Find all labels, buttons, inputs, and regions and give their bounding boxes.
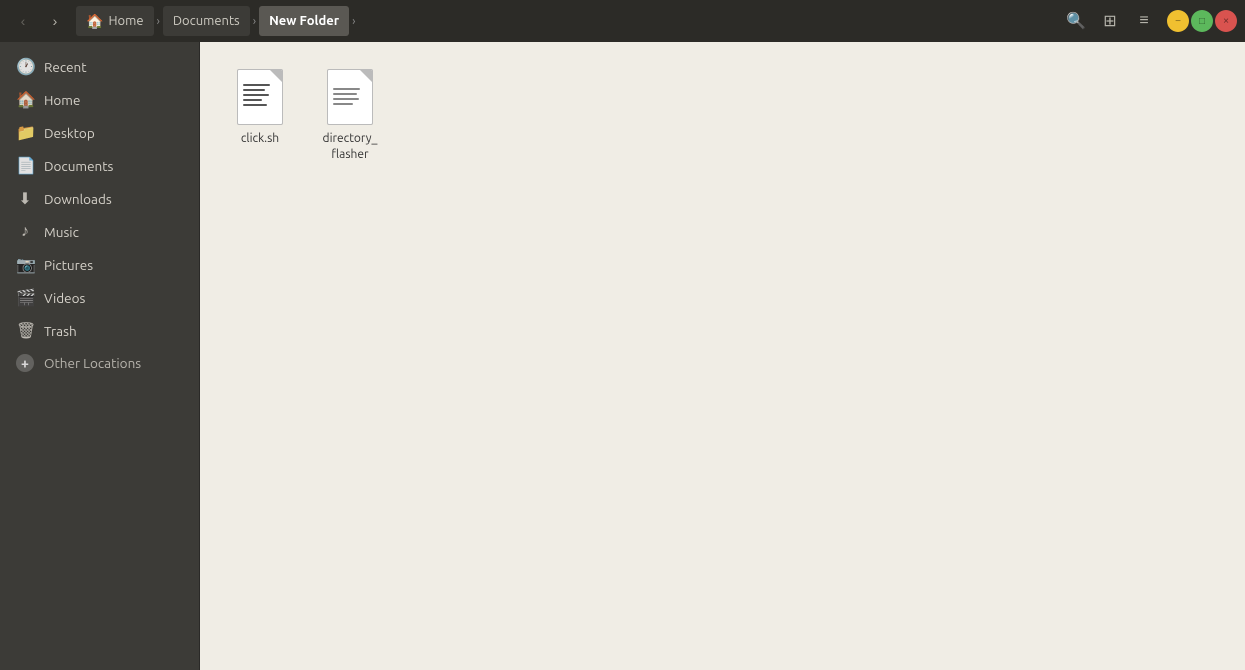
maximize-icon: □ (1199, 16, 1205, 27)
sidebar-item-label: Videos (44, 290, 85, 306)
breadcrumb-bar: 🏠 Home › Documents › New Folder › (76, 6, 1059, 36)
menu-button[interactable]: ≡ (1129, 6, 1159, 36)
sidebar-item-desktop[interactable]: 📁 Desktop (4, 116, 195, 149)
breadcrumb-new-folder[interactable]: New Folder (259, 6, 349, 36)
menu-icon: ≡ (1139, 12, 1148, 30)
sidebar-item-label: Documents (44, 158, 113, 174)
file-label-click-sh: click.sh (241, 131, 279, 147)
file-icon-click-sh (236, 68, 284, 126)
videos-icon: 🎬 (16, 288, 34, 307)
breadcrumb-separator-2: › (251, 6, 258, 36)
documents-icon: 📄 (16, 156, 34, 175)
back-button[interactable]: ‹ (8, 6, 38, 36)
sidebar-item-recent[interactable]: 🕐 Recent (4, 50, 195, 83)
desktop-icon: 📁 (16, 123, 34, 142)
text-file-icon (327, 69, 373, 125)
window-controls: − □ × (1167, 10, 1237, 32)
close-icon: × (1223, 16, 1229, 27)
titlebar: ‹ › 🏠 Home › Documents › New Folder › 🔍 … (0, 0, 1245, 42)
sidebar-item-label: Other Locations (44, 355, 141, 371)
sidebar-item-downloads[interactable]: ⬇ Downloads (4, 182, 195, 215)
forward-icon: › (53, 13, 58, 29)
forward-button[interactable]: › (40, 6, 70, 36)
toolbar-right: 🔍 ⊞ ≡ (1061, 6, 1159, 36)
view-toggle-button[interactable]: ⊞ (1095, 6, 1125, 36)
close-button[interactable]: × (1215, 10, 1237, 32)
file-label-directory-flasher: directory_flasher (323, 131, 378, 162)
back-icon: ‹ (21, 13, 26, 29)
sidebar-item-label: Desktop (44, 125, 95, 141)
sidebar-item-documents[interactable]: 📄 Documents (4, 149, 195, 182)
sidebar-item-music[interactable]: ♪ Music (4, 215, 195, 248)
breadcrumb-end-arrow: › (350, 6, 357, 36)
sidebar-item-label: Music (44, 224, 79, 240)
sidebar-item-label: Trash (44, 323, 77, 339)
sidebar-item-other-locations[interactable]: + Other Locations (4, 347, 195, 379)
file-icon-directory-flasher (326, 68, 374, 126)
downloads-icon: ⬇ (16, 189, 34, 208)
sidebar-item-label: Pictures (44, 257, 93, 273)
sidebar-item-label: Home (44, 92, 80, 108)
sidebar-item-label: Recent (44, 59, 87, 75)
breadcrumb-separator-1: › (155, 6, 162, 36)
home-icon: 🏠 (16, 90, 34, 109)
file-item-directory-flasher[interactable]: directory_flasher (310, 62, 390, 168)
search-button[interactable]: 🔍 (1061, 6, 1091, 36)
sidebar-item-pictures[interactable]: 📷 Pictures (4, 248, 195, 281)
trash-icon: 🗑 (16, 321, 34, 340)
minimize-icon: − (1175, 16, 1181, 27)
sidebar-item-trash[interactable]: 🗑 Trash (4, 314, 195, 347)
content-area: click.sh directory_flasher (200, 42, 1245, 670)
view-icon: ⊞ (1103, 11, 1116, 31)
file-item-click-sh[interactable]: click.sh (220, 62, 300, 168)
add-icon: + (16, 354, 34, 372)
music-icon: ♪ (16, 222, 34, 241)
search-icon: 🔍 (1066, 11, 1086, 31)
minimize-button[interactable]: − (1167, 10, 1189, 32)
recent-icon: 🕐 (16, 57, 34, 76)
maximize-button[interactable]: □ (1191, 10, 1213, 32)
sidebar: 🕐 Recent 🏠 Home 📁 Desktop 📄 Documents ⬇ … (0, 42, 200, 670)
sidebar-item-videos[interactable]: 🎬 Videos (4, 281, 195, 314)
home-icon: 🏠 (86, 13, 103, 30)
pictures-icon: 📷 (16, 255, 34, 274)
shell-script-icon (237, 69, 283, 125)
breadcrumb-home[interactable]: 🏠 Home (76, 6, 154, 36)
breadcrumb-documents[interactable]: Documents (163, 6, 250, 36)
sidebar-item-home[interactable]: 🏠 Home (4, 83, 195, 116)
main-area: 🕐 Recent 🏠 Home 📁 Desktop 📄 Documents ⬇ … (0, 42, 1245, 670)
sidebar-item-label: Downloads (44, 191, 112, 207)
